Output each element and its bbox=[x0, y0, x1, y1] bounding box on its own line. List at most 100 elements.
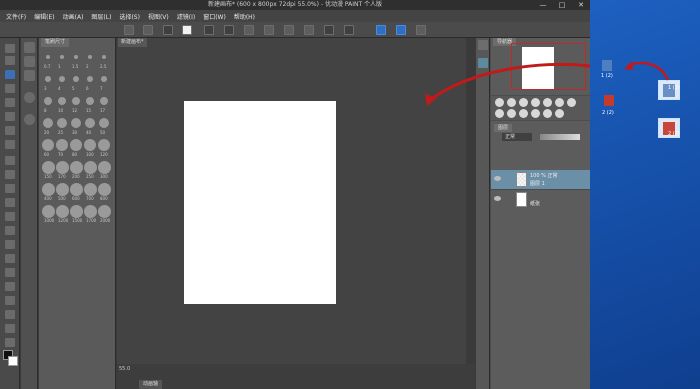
zoom-tool-icon[interactable] bbox=[5, 44, 15, 53]
menu-layer[interactable]: 图层(L) bbox=[91, 12, 111, 21]
deselect-icon[interactable] bbox=[344, 25, 354, 35]
pen-icon[interactable] bbox=[5, 156, 15, 165]
brush-size-dot[interactable] bbox=[85, 96, 95, 106]
menu-select[interactable]: 选择(S) bbox=[119, 12, 140, 21]
brush-size-dot[interactable] bbox=[83, 138, 97, 152]
balloon-icon[interactable] bbox=[5, 324, 15, 333]
eye-icon[interactable] bbox=[494, 176, 501, 181]
brush-size-dot[interactable] bbox=[86, 75, 94, 83]
document-tab[interactable]: 新建画布* bbox=[118, 38, 147, 47]
menu-animation[interactable]: 动画(A) bbox=[63, 12, 84, 21]
brush-size-dot[interactable] bbox=[102, 55, 106, 59]
layer-tab[interactable]: 图层 bbox=[494, 124, 513, 132]
brush-size-dot[interactable] bbox=[60, 55, 64, 59]
pencil-icon[interactable] bbox=[5, 170, 15, 179]
brush-size-dot[interactable] bbox=[55, 138, 69, 152]
timeline-tab[interactable]: 动画轴 bbox=[139, 380, 163, 389]
brush-size-dot[interactable] bbox=[41, 204, 55, 218]
snap-grid-icon[interactable] bbox=[416, 25, 426, 35]
prop-icon-8[interactable] bbox=[495, 109, 504, 118]
prop-icon-11[interactable] bbox=[531, 109, 540, 118]
opacity-slider[interactable] bbox=[540, 134, 580, 140]
airbrush-icon[interactable] bbox=[5, 198, 15, 207]
prop-icon-5[interactable] bbox=[543, 98, 552, 107]
new-file-icon[interactable] bbox=[143, 25, 153, 35]
brush-size-dot[interactable] bbox=[69, 204, 83, 218]
eyedropper-icon[interactable] bbox=[5, 140, 15, 149]
title-bar[interactable]: 新建画布* (600 x 800px 72dpi 55.0%) - 优动漫 PA… bbox=[0, 0, 590, 10]
selection-tool-icon[interactable] bbox=[5, 112, 15, 121]
brush-size-dot[interactable] bbox=[55, 204, 69, 218]
sub-color-swatch[interactable] bbox=[8, 356, 18, 366]
clear-icon[interactable] bbox=[264, 25, 274, 35]
lasso-icon[interactable] bbox=[5, 126, 15, 135]
brush-size-dot[interactable] bbox=[56, 117, 68, 129]
crop-icon[interactable] bbox=[304, 25, 314, 35]
brush-size-dot[interactable] bbox=[97, 204, 111, 218]
selection-icon[interactable] bbox=[324, 25, 334, 35]
frame-icon[interactable] bbox=[5, 296, 15, 305]
layer-property-icon[interactable] bbox=[478, 40, 488, 50]
sub-tool-2[interactable] bbox=[24, 56, 35, 67]
sub-tool-4[interactable] bbox=[24, 92, 35, 103]
brush-size-tab[interactable]: 笔刷尺寸 bbox=[41, 38, 70, 47]
brush-icon[interactable] bbox=[5, 184, 15, 193]
brush-size-dot[interactable] bbox=[69, 160, 83, 174]
brush-size-dot[interactable] bbox=[44, 75, 52, 83]
brush-size-dot[interactable] bbox=[83, 182, 97, 196]
fill-tool-icon[interactable] bbox=[5, 254, 15, 263]
brush-size-dot[interactable] bbox=[69, 138, 83, 152]
brush-size-dot[interactable] bbox=[41, 160, 55, 174]
menu-help[interactable]: 帮助(H) bbox=[234, 12, 255, 21]
minimize-button[interactable]: — bbox=[536, 1, 550, 9]
brush-size-dot[interactable] bbox=[97, 138, 111, 152]
snap-special-icon[interactable] bbox=[396, 25, 406, 35]
brush-size-dot[interactable] bbox=[88, 55, 92, 59]
brush-size-dot[interactable] bbox=[84, 117, 96, 129]
prop-icon-7[interactable] bbox=[567, 98, 576, 107]
undo-icon[interactable] bbox=[204, 25, 214, 35]
figure-icon[interactable] bbox=[5, 282, 15, 291]
prop-icon-9[interactable] bbox=[507, 109, 516, 118]
brush-size-dot[interactable] bbox=[58, 75, 66, 83]
brush-size-dot[interactable] bbox=[100, 75, 108, 83]
gradient-icon[interactable] bbox=[5, 268, 15, 277]
maximize-button[interactable]: □ bbox=[555, 1, 569, 9]
menu-file[interactable]: 文件(F) bbox=[6, 12, 26, 21]
prop-icon-1[interactable] bbox=[495, 98, 504, 107]
correct-line-icon[interactable] bbox=[5, 338, 15, 347]
brush-size-dot[interactable] bbox=[83, 160, 97, 174]
grid-icon[interactable] bbox=[124, 25, 134, 35]
transform-icon[interactable] bbox=[244, 25, 254, 35]
canvas-page[interactable] bbox=[184, 101, 336, 304]
snap-ruler-icon[interactable] bbox=[376, 25, 386, 35]
desktop-image-icon[interactable] bbox=[602, 60, 612, 71]
layer-row[interactable]: 100 % 正常 图层 1 bbox=[491, 170, 590, 189]
blend-icon[interactable] bbox=[5, 240, 15, 249]
sub-tool-1[interactable] bbox=[24, 42, 35, 53]
menu-window[interactable]: 窗口(W) bbox=[203, 12, 226, 21]
blend-mode-select[interactable]: 正常 bbox=[502, 133, 532, 141]
prop-icon-6[interactable] bbox=[555, 98, 564, 107]
sub-tool-3[interactable] bbox=[24, 70, 35, 81]
brush-size-dot[interactable] bbox=[72, 75, 80, 83]
brush-size-dot[interactable] bbox=[83, 204, 97, 218]
prop-icon-10[interactable] bbox=[519, 109, 528, 118]
brush-size-dot[interactable] bbox=[71, 96, 81, 106]
eye-icon[interactable] bbox=[494, 196, 501, 201]
brush-size-dot[interactable] bbox=[55, 160, 69, 174]
eraser-icon[interactable] bbox=[5, 226, 15, 235]
brush-size-dot[interactable] bbox=[41, 182, 55, 196]
prop-icon-2[interactable] bbox=[507, 98, 516, 107]
prop-icon-12[interactable] bbox=[543, 109, 552, 118]
save-icon[interactable] bbox=[182, 25, 192, 35]
brush-size-dot[interactable] bbox=[42, 117, 54, 129]
layer-row[interactable]: 纸张 bbox=[491, 189, 590, 208]
menu-edit[interactable]: 编辑(E) bbox=[34, 12, 54, 21]
menu-filter[interactable]: 滤镜(I) bbox=[177, 12, 195, 21]
text-tool-icon[interactable] bbox=[5, 310, 15, 319]
prop-icon-13[interactable] bbox=[555, 109, 564, 118]
navigator-view-frame[interactable] bbox=[511, 43, 586, 90]
brush-size-dot[interactable] bbox=[97, 160, 111, 174]
brush-size-dot[interactable] bbox=[57, 96, 67, 106]
